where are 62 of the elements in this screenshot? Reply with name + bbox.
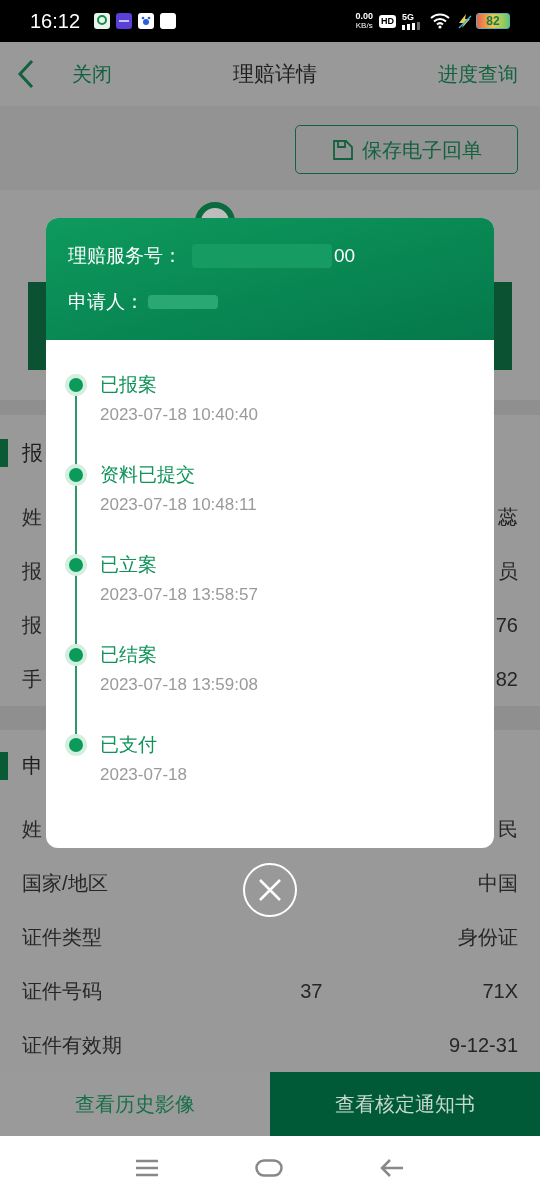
field-label: 手 (22, 667, 42, 692)
timeline-status: 已结案 (100, 643, 157, 667)
field-value: 民 (498, 817, 518, 842)
hd-badge: HD (379, 14, 396, 28)
field-label: 证件号码 (22, 979, 102, 1004)
app-icon (138, 13, 155, 29)
section-heading: 申 (22, 753, 43, 780)
field-value: 9-12-31 (449, 1033, 518, 1058)
section-marker (0, 438, 8, 467)
back-icon[interactable] (16, 59, 36, 89)
timeline-time: 2023-07-18 13:59:08 (100, 674, 258, 696)
network-type: 5G (402, 12, 414, 22)
wifi-icon (430, 13, 450, 29)
timeline-status: 资料已提交 (100, 463, 195, 487)
save-icon (331, 138, 354, 161)
battery-level: 82 (486, 15, 500, 27)
field-label: 姓 (22, 817, 42, 842)
field-label: 报 (22, 613, 42, 638)
field-label: 国家/地区 (22, 871, 108, 896)
field-value: 76 (495, 613, 518, 638)
timeline-time: 2023-07-18 (100, 764, 187, 786)
timeline-time: 2023-07-18 10:48:11 (100, 494, 257, 516)
page-title: 理赔详情 (233, 61, 317, 88)
redaction-patch (148, 295, 218, 309)
section-marker (0, 752, 8, 780)
home-icon[interactable] (255, 1159, 283, 1177)
section-heading: 报 (22, 439, 43, 466)
field-value: 身份证 (458, 925, 518, 950)
save-receipt-button[interactable]: 保存电子回单 (295, 125, 518, 174)
app-icon (94, 13, 111, 29)
field-label: 姓 (22, 505, 42, 530)
progress-link[interactable]: 进度查询 (438, 59, 518, 89)
signal-icon (402, 21, 422, 30)
timeline-status: 已支付 (100, 733, 157, 757)
field-value: 中国 (478, 871, 518, 896)
service-number: 00 (334, 243, 356, 268)
applicant-label: 申请人： (68, 289, 144, 314)
field-label: 证件有效期 (22, 1033, 122, 1058)
field-label: 证件类型 (22, 925, 102, 950)
network-speed-unit: KB/s (355, 21, 373, 30)
close-link[interactable]: 关闭 (72, 59, 112, 89)
field-value: 蕊 (498, 505, 518, 530)
timeline-time: 2023-07-18 10:40:40 (100, 404, 258, 426)
field-value: 员 (498, 559, 518, 584)
app-icon (116, 13, 133, 29)
close-icon (258, 878, 282, 902)
network-speed: 0.00 (355, 12, 373, 21)
field-value: 82 (495, 667, 518, 692)
timeline-status: 已立案 (100, 553, 157, 577)
footer-button[interactable]: 查看核定通知书 (270, 1072, 540, 1136)
app-icon (160, 13, 177, 29)
service-number-label: 理赔服务号： (68, 243, 182, 268)
timeline-time: 2023-07-18 13:58:57 (100, 584, 258, 606)
timeline-status: 已报案 (100, 373, 157, 397)
field-label: 报 (22, 559, 42, 584)
menu-icon[interactable] (135, 1158, 159, 1178)
close-button[interactable] (243, 863, 297, 917)
field-value: 37 (300, 979, 323, 1004)
field-value: 71X (482, 979, 518, 1004)
charging-icon (456, 13, 472, 29)
clock-time: 16:12 (30, 9, 81, 34)
back-icon[interactable] (379, 1158, 405, 1178)
